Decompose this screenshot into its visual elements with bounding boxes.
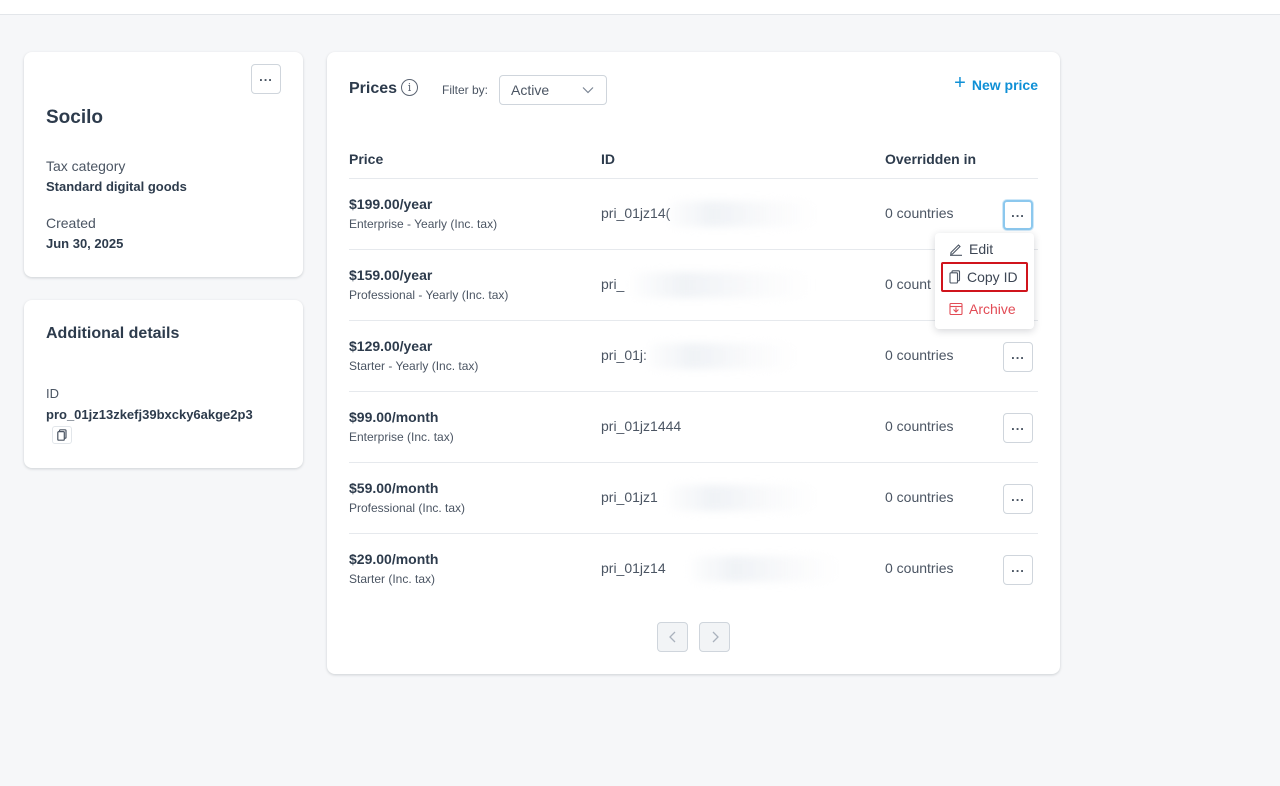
table-row: $29.00/month Starter (Inc. tax) pri_01jz… (349, 533, 1038, 604)
copy-icon (949, 270, 961, 284)
prices-title: Prices (349, 80, 398, 97)
menu-item-archive[interactable]: Archive (949, 301, 1016, 317)
price-id: pri_01j: (601, 347, 647, 363)
status-filter-select[interactable]: Active (499, 75, 607, 105)
price-value: $199.00/year (349, 196, 433, 212)
pencil-icon (950, 244, 962, 256)
redacted-blur (667, 485, 817, 511)
top-bar (0, 0, 1280, 15)
price-description: Starter - Yearly (Inc. tax) (349, 359, 479, 373)
archive-icon (949, 302, 963, 316)
price-value: $29.00/month (349, 551, 439, 567)
menu-item-label: Archive (969, 301, 1016, 317)
menu-item-label: Edit (969, 241, 994, 257)
more-dots-icon: ... (1011, 204, 1025, 220)
overridden-value: 0 countries (885, 205, 954, 221)
new-price-button[interactable]: + New price (954, 72, 1038, 94)
product-id-value: pro_01jz13zkefj39bxcky6akge2p3 (46, 407, 253, 422)
created-label: Created (46, 215, 96, 231)
price-id: pri_01jz14( (601, 205, 671, 221)
more-dots-icon: ... (1011, 559, 1025, 575)
product-card: ... Socilo Tax category Standard digital… (24, 52, 303, 277)
price-description: Professional (Inc. tax) (349, 501, 466, 515)
copy-icon (57, 429, 67, 441)
price-value: $99.00/month (349, 409, 439, 425)
tax-category-label: Tax category (46, 158, 126, 174)
price-value: $129.00/year (349, 338, 433, 354)
column-header-price: Price (349, 151, 384, 167)
info-icon[interactable]: i (401, 79, 418, 96)
chevron-right-icon (712, 631, 719, 643)
new-price-label: New price (971, 76, 1038, 93)
filter-label: Filter by: (442, 83, 489, 97)
plus-icon: + (954, 72, 966, 94)
redacted-blur (667, 201, 817, 227)
chevron-down-icon (582, 87, 594, 94)
overridden-value: 0 countries (885, 489, 954, 505)
price-description: Professional - Yearly (Inc. tax) (349, 288, 509, 302)
more-dots-icon: ... (1011, 417, 1025, 433)
price-description: Enterprise - Yearly (Inc. tax) (349, 217, 498, 231)
price-value: $59.00/month (349, 480, 439, 496)
chevron-left-icon (668, 631, 675, 643)
price-id: pri_01jz14 (601, 560, 666, 576)
additional-details-card: Additional details ID pro_01jz13zkefj39b… (24, 300, 303, 468)
redacted-blur (631, 272, 811, 298)
redacted-blur (647, 343, 797, 369)
redacted-blur (689, 556, 839, 582)
row-more-button[interactable]: ... (1003, 200, 1033, 230)
overridden-value: 0 countries (885, 347, 954, 363)
additional-details-title: Additional details (46, 325, 180, 342)
row-more-button[interactable]: ... (1003, 484, 1033, 514)
column-header-id: ID (601, 151, 615, 167)
row-more-button[interactable]: ... (1003, 342, 1033, 372)
row-more-button[interactable]: ... (1003, 555, 1033, 585)
row-actions-menu: Edit Copy ID Archive (935, 233, 1034, 329)
overridden-value: 0 countries (885, 560, 954, 576)
row-more-button[interactable]: ... (1003, 413, 1033, 443)
more-dots-icon: ... (1011, 488, 1025, 504)
table-row: $99.00/month Enterprise (Inc. tax) pri_0… (349, 391, 1038, 462)
overridden-value: 0 count (885, 276, 931, 292)
more-dots-icon: ... (259, 68, 273, 84)
menu-item-label: Copy ID (967, 269, 1018, 285)
overridden-value: 0 countries (885, 418, 954, 434)
table-row: $59.00/month Professional (Inc. tax) pri… (349, 462, 1038, 533)
previous-page-button[interactable] (657, 622, 688, 652)
table-row: $129.00/year Starter - Yearly (Inc. tax)… (349, 320, 1038, 391)
price-id: pri_01jz1444 (601, 418, 682, 434)
tax-category-value: Standard digital goods (46, 179, 187, 194)
copy-product-id-button[interactable] (52, 426, 72, 444)
more-dots-icon: ... (1011, 346, 1025, 362)
id-label: ID (46, 386, 59, 401)
price-description: Enterprise (Inc. tax) (349, 430, 454, 444)
price-description: Starter (Inc. tax) (349, 572, 436, 586)
menu-item-edit[interactable]: Edit (949, 241, 993, 257)
price-value: $159.00/year (349, 267, 433, 283)
price-id: pri_01jz1 (601, 489, 658, 505)
filter-value: Active (511, 82, 550, 98)
menu-item-copy-id[interactable]: Copy ID (941, 262, 1028, 292)
price-id: pri_ (601, 276, 625, 292)
created-value: Jun 30, 2025 (46, 236, 124, 251)
prices-card: Prices i Filter by: Active + New price P… (327, 52, 1060, 674)
next-page-button[interactable] (699, 622, 730, 652)
product-more-button[interactable]: ... (251, 64, 281, 94)
column-header-overridden: Overridden in (885, 151, 977, 167)
product-name: Socilo (46, 107, 104, 128)
